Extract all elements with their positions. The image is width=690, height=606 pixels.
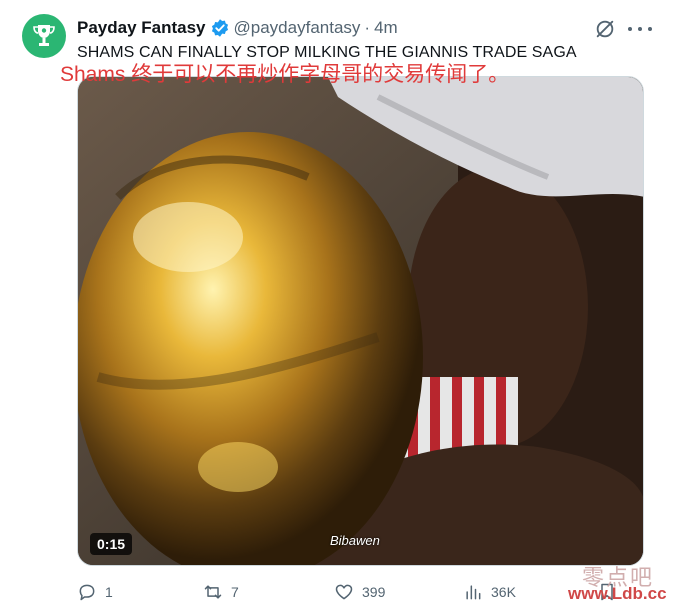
video-duration: 0:15 [90, 533, 133, 555]
verified-badge-icon [211, 19, 228, 37]
like-button[interactable]: 399 [334, 582, 385, 602]
author-handle[interactable]: @paydayfantasy [234, 18, 361, 38]
video-player[interactable]: 0:15 Bibawen [77, 76, 644, 566]
tweet-card[interactable]: Payday Fantasy @paydayfantasy · 4m SHAMS… [0, 0, 690, 606]
author-display-name[interactable]: Payday Fantasy [77, 18, 206, 38]
reply-icon [79, 584, 95, 601]
heart-icon [335, 584, 353, 600]
grok-icon[interactable] [594, 18, 616, 40]
reply-count: 1 [105, 584, 113, 600]
analytics-icon [466, 585, 481, 600]
views-count: 36K [491, 584, 516, 600]
tweet-header: Payday Fantasy @paydayfantasy · 4m [77, 16, 398, 40]
site-watermark-url: www.Ldb.cc [568, 584, 667, 603]
video-frame [78, 77, 643, 565]
repost-count: 7 [231, 584, 239, 600]
repost-icon [204, 585, 222, 599]
repost-button[interactable]: 7 [203, 582, 239, 602]
reply-button[interactable]: 1 [77, 582, 113, 602]
site-watermark: 零点吧 www.Ldb.cc [568, 560, 686, 604]
video-watermark: Bibawen [330, 533, 380, 548]
more-options-icon[interactable] [628, 18, 652, 40]
like-count: 399 [362, 584, 386, 600]
views-button[interactable]: 36K [463, 582, 516, 602]
tweet-timestamp[interactable]: 4m [374, 18, 398, 38]
separator-dot: · [364, 18, 371, 37]
tweet-actions: 1 7 399 36K [77, 582, 644, 604]
avatar[interactable] [22, 14, 66, 58]
trophy-icon [33, 25, 55, 46]
translation-caption: Shams 终于可以不再炒作字母哥的交易传闻了。 [60, 63, 510, 86]
